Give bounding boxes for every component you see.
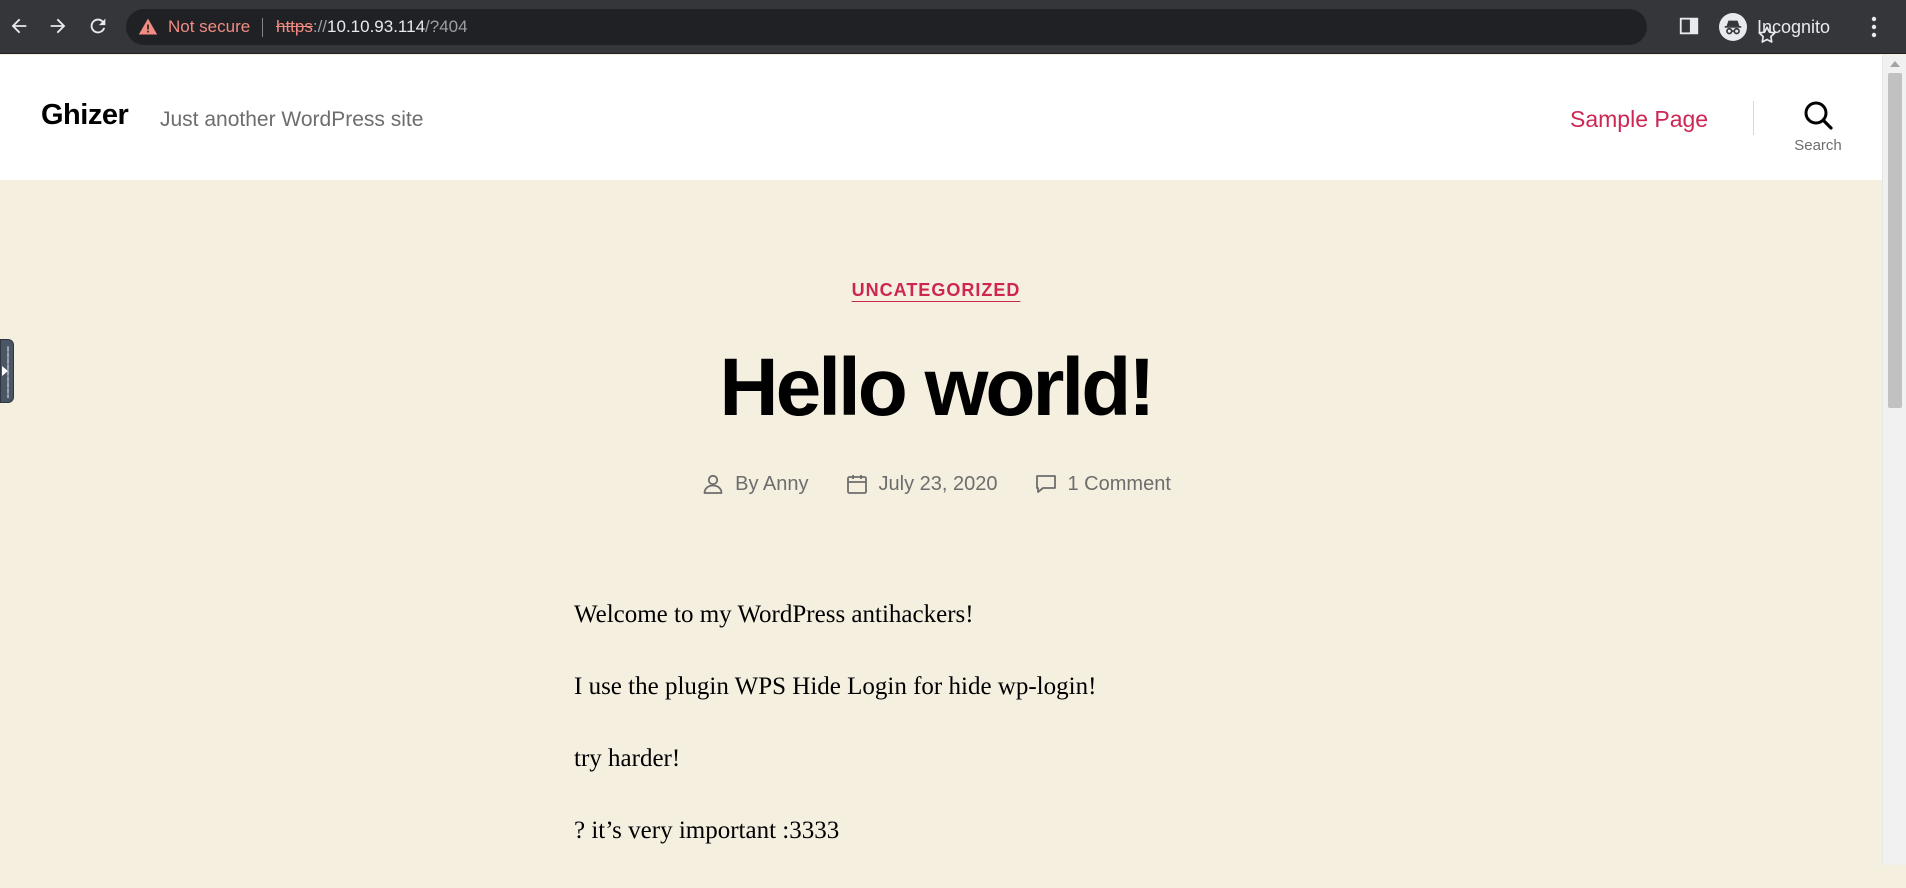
search-icon: [1804, 101, 1833, 130]
incognito-icon: [1719, 13, 1747, 41]
site-header: Ghizer Just another WordPress site Sampl…: [0, 55, 1882, 180]
browser-toolbar: Not secure https://10.10.93.114/?404 Inc…: [0, 0, 1906, 54]
reload-button[interactable]: [83, 11, 113, 41]
header-divider: [1753, 101, 1754, 135]
kebab-menu-icon[interactable]: [1862, 14, 1886, 40]
post-comments: 1 Comment: [1034, 472, 1171, 496]
side-panel-icon[interactable]: [1678, 15, 1700, 37]
nav-item-sample-page[interactable]: Sample Page: [1570, 106, 1708, 133]
category-link[interactable]: UNCATEGORIZED: [852, 280, 1021, 300]
post-meta: By Anny July 23, 2020 1 Comment: [0, 472, 1872, 496]
content-paragraph: try harder!: [574, 745, 681, 772]
not-secure-label[interactable]: Not secure: [168, 18, 250, 36]
post-category: UNCATEGORIZED: [0, 280, 1872, 301]
warning-icon[interactable]: [138, 17, 158, 37]
scroll-up-arrow-icon[interactable]: [1890, 61, 1900, 67]
content-paragraph: I use the plugin WPS Hide Login for hide…: [574, 673, 1097, 700]
user-icon: [703, 474, 723, 494]
forward-button[interactable]: [43, 11, 73, 41]
calendar-icon: [846, 475, 867, 494]
scrollbar-thumb[interactable]: [1888, 73, 1902, 408]
post-date: July 23, 2020: [845, 472, 998, 496]
site-title[interactable]: Ghizer: [41, 99, 129, 132]
search-label: Search: [1794, 137, 1842, 154]
url-scheme-separator: ://: [312, 17, 328, 36]
incognito-label: Incognito: [1757, 16, 1831, 37]
post-content: Welcome to my WordPress antihackers! I u…: [574, 600, 1294, 888]
comments-link[interactable]: 1 Comment: [1068, 473, 1171, 496]
url-text[interactable]: https://10.10.93.114/?404: [276, 18, 468, 36]
address-bar[interactable]: Not secure https://10.10.93.114/?404: [126, 9, 1776, 45]
content-paragraph: ? it’s very important :3333: [574, 817, 840, 844]
post-author: By Anny: [701, 472, 809, 496]
date-link[interactable]: July 23, 2020: [879, 473, 998, 496]
url-path: /?404: [425, 17, 468, 36]
comment-icon: [1035, 475, 1056, 493]
arrow-left-icon: [11, 18, 27, 34]
url-host: 10.10.93.114: [327, 17, 426, 36]
url-scheme: https: [276, 17, 313, 36]
back-button[interactable]: [4, 11, 34, 41]
site-description: Just another WordPress site: [160, 108, 424, 131]
incognito-indicator[interactable]: Incognito: [1714, 9, 1844, 45]
search-toggle-button[interactable]: Search: [1790, 99, 1846, 161]
post-title: Hello world!: [719, 342, 1155, 433]
content-paragraph: Welcome to my WordPress antihackers!: [574, 601, 974, 628]
reload-icon: [90, 18, 106, 34]
author-link[interactable]: By Anny: [735, 473, 808, 496]
arrow-right-icon: [50, 18, 66, 34]
omnibox-separator: [262, 18, 263, 37]
page-scrollbar[interactable]: [1882, 55, 1906, 865]
